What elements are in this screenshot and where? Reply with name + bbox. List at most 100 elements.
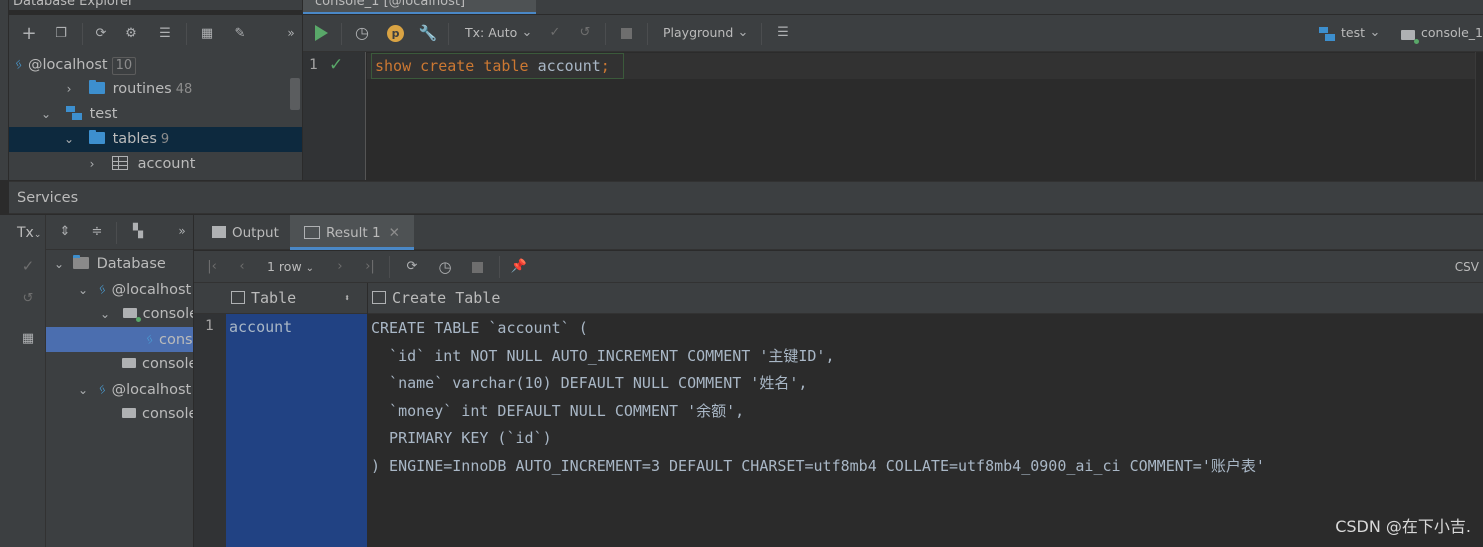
chevron-down-icon[interactable]: ⌄ bbox=[98, 302, 112, 327]
grid-icon bbox=[304, 226, 320, 239]
success-check-icon: ✓ bbox=[329, 55, 344, 75]
group-by-icon[interactable]: ▚ bbox=[130, 224, 146, 240]
services-title: Services bbox=[17, 190, 79, 206]
tx-mode-dropdown[interactable]: Tx: Auto bbox=[465, 25, 517, 40]
profile-icon[interactable]: p bbox=[387, 25, 404, 42]
tx-button[interactable]: Tx⌄ bbox=[17, 225, 41, 241]
services-item-console-active[interactable]: ᛃconsole bbox=[46, 327, 193, 352]
commit-icon[interactable]: ✓ bbox=[20, 258, 36, 274]
collapse-all-icon[interactable]: ≑ bbox=[89, 224, 105, 240]
services-item-console-3[interactable]: console bbox=[46, 402, 193, 427]
tree-item-tables[interactable]: ⌄ tables 9 bbox=[9, 127, 302, 152]
expand-all-icon[interactable]: ⇕ bbox=[57, 224, 73, 240]
layout-icon[interactable]: ▦ bbox=[20, 331, 36, 347]
edit-icon[interactable]: ✎ bbox=[232, 26, 248, 42]
tab-result-1[interactable]: Result 1 ✕ bbox=[290, 215, 414, 250]
mysql-icon: ᛃ bbox=[13, 55, 23, 73]
chevron-down-icon[interactable]: ⌄ bbox=[1367, 25, 1383, 41]
row-number-column: 1 bbox=[194, 314, 226, 547]
refresh-icon[interactable]: ⟳ bbox=[93, 26, 109, 42]
chevron-down-icon[interactable]: ⌄ bbox=[62, 127, 76, 152]
last-page-icon[interactable]: ›| bbox=[362, 259, 378, 275]
wrench-icon[interactable]: 🔧 bbox=[419, 25, 438, 41]
chevron-down-icon[interactable]: ⌄ bbox=[52, 252, 66, 277]
chevron-down-icon[interactable]: ⌄ bbox=[76, 378, 90, 403]
chevron-down-icon[interactable]: ⌄ bbox=[76, 278, 90, 303]
create-line: ) ENGINE=InnoDB AUTO_INCREMENT=3 DEFAULT… bbox=[371, 456, 1265, 475]
services-tree-toolbar: ⇕ ≑ ▚ » bbox=[46, 215, 193, 250]
prev-page-icon[interactable]: ‹ bbox=[234, 259, 250, 275]
services-item-console-group[interactable]: ⌄ console bbox=[46, 302, 193, 327]
playground-dropdown[interactable]: Playground bbox=[663, 25, 733, 40]
editor-scrollbar[interactable] bbox=[1475, 52, 1483, 180]
list-icon[interactable]: ☰ bbox=[775, 25, 791, 41]
sort-icon[interactable]: ⬍ bbox=[344, 283, 350, 314]
tree-item-test[interactable]: ⌄ test bbox=[9, 102, 302, 127]
services-item-localhost-2[interactable]: ⌄ ᛃ @localhost bbox=[46, 377, 193, 402]
more-actions-icon[interactable]: » bbox=[174, 223, 190, 239]
chevron-right-icon[interactable]: › bbox=[62, 77, 76, 102]
sql-code-line[interactable]: show create table account; bbox=[375, 55, 610, 77]
folder-icon bbox=[88, 80, 105, 94]
services-item-database[interactable]: ⌄ Database bbox=[46, 252, 193, 277]
tab-output[interactable]: Output bbox=[204, 215, 287, 250]
commit-icon[interactable]: ✓ bbox=[547, 25, 563, 41]
create-line: `money` int DEFAULT NULL COMMENT '余额', bbox=[371, 401, 745, 420]
next-page-icon[interactable]: › bbox=[332, 259, 348, 275]
create-line: `name` varchar(10) DEFAULT NULL COMMENT … bbox=[371, 374, 808, 392]
rollback-icon[interactable]: ↺ bbox=[577, 25, 593, 41]
column-header-table[interactable]: Table ⬍ bbox=[231, 283, 362, 314]
export-format-dropdown[interactable]: CSV bbox=[1455, 260, 1479, 274]
more-actions-icon[interactable]: » bbox=[283, 25, 299, 41]
table-icon bbox=[111, 156, 128, 170]
services-item-console-2[interactable]: console bbox=[46, 352, 193, 377]
database-explorer-toolbar: + ❐ ⟳ ⚙ ☰ ▦ ✎ » bbox=[9, 15, 302, 53]
close-icon[interactable]: ✕ bbox=[389, 225, 400, 241]
left-tool-strip bbox=[0, 0, 9, 180]
chevron-down-icon[interactable]: ⌄ bbox=[39, 102, 53, 127]
folder-icon bbox=[72, 255, 89, 269]
folder-icon bbox=[88, 130, 105, 144]
editor-tab-console[interactable]: console_1 [@localhost] bbox=[303, 0, 536, 14]
editor-tabbar bbox=[536, 0, 1483, 14]
watermark: CSDN @在下小吉. bbox=[1335, 517, 1471, 536]
column-header-create-table[interactable]: Create Table bbox=[372, 283, 500, 314]
tree-scrollbar[interactable] bbox=[290, 78, 300, 110]
schema-selector[interactable]: test bbox=[1341, 25, 1365, 40]
chevron-right-icon[interactable]: › bbox=[85, 152, 99, 177]
tree-item-account[interactable]: › account bbox=[9, 152, 302, 177]
table-view-icon[interactable]: ▦ bbox=[199, 26, 215, 42]
copy-icon[interactable]: ❐ bbox=[53, 26, 69, 42]
column-icon bbox=[231, 291, 245, 304]
left-tool-strip-lower bbox=[0, 215, 9, 547]
chevron-down-icon[interactable]: ⌄ bbox=[735, 25, 751, 41]
tree-item-localhost[interactable]: ᛃ @localhost 10 bbox=[9, 52, 302, 77]
database-explorer-tree: ᛃ @localhost 10 › routines 48 ⌄ test ⌄ tabl… bbox=[9, 52, 302, 180]
pin-icon[interactable]: 📌 bbox=[511, 259, 527, 275]
database-explorer-title: Database Explorer bbox=[13, 0, 134, 9]
cell-table-value: account bbox=[229, 318, 293, 336]
session-selector[interactable]: console_1 bbox=[1421, 25, 1483, 40]
column-icon bbox=[372, 291, 386, 304]
stop-icon[interactable] bbox=[621, 28, 632, 39]
first-page-icon[interactable]: |‹ bbox=[204, 259, 220, 275]
schema-settings-icon[interactable]: ⚙ bbox=[123, 26, 139, 42]
services-item-localhost-1[interactable]: ⌄ ᛃ @localhost bbox=[46, 277, 193, 302]
history-icon[interactable]: ◷ bbox=[354, 25, 370, 41]
history-icon[interactable]: ◷ bbox=[437, 259, 453, 275]
database-stack-icon[interactable]: ☰ bbox=[157, 26, 173, 42]
chevron-down-icon[interactable]: ⌄ bbox=[519, 25, 535, 41]
selected-cell-table[interactable]: account bbox=[226, 314, 367, 547]
services-header: Services bbox=[9, 181, 1483, 214]
run-icon[interactable] bbox=[315, 25, 328, 41]
tree-item-routines[interactable]: › routines 48 bbox=[9, 77, 302, 102]
row-number: 1 bbox=[205, 318, 214, 334]
services-tree: ⌄ Database ⌄ ᛃ @localhost ⌄ console ᛃ cons… bbox=[46, 250, 193, 547]
output-icon bbox=[212, 226, 226, 238]
refresh-icon[interactable]: ⟳ bbox=[404, 259, 420, 275]
stop-icon[interactable] bbox=[472, 262, 483, 273]
page-size-dropdown[interactable]: 1 row ⌄ bbox=[267, 259, 314, 274]
services-result-tabs: Output Result 1 ✕ bbox=[194, 215, 1483, 250]
rollback-icon[interactable]: ↺ bbox=[20, 291, 36, 307]
add-icon[interactable]: + bbox=[21, 25, 37, 43]
